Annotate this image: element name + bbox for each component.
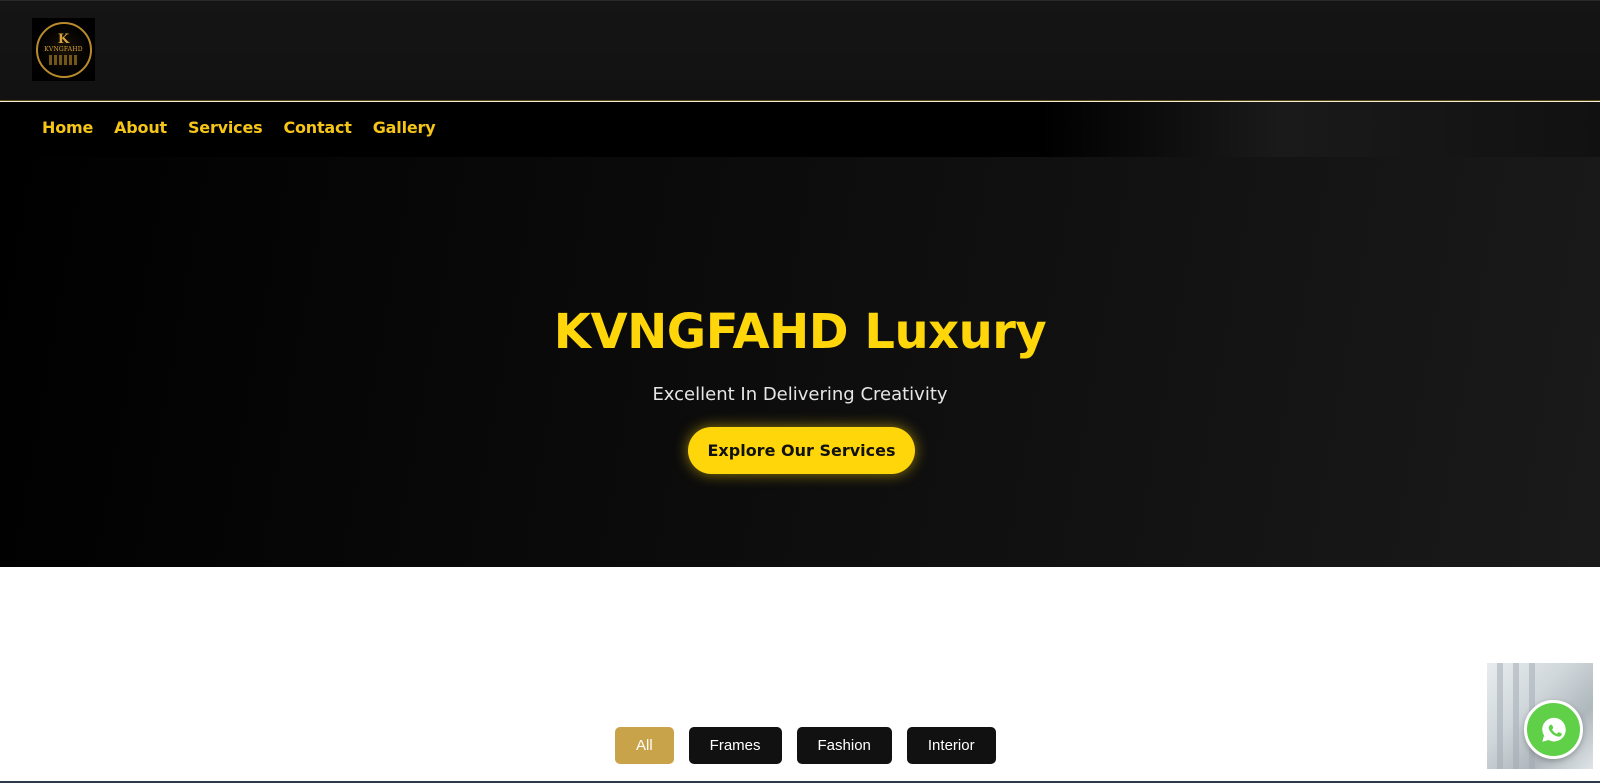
thumbnail-detail [1513, 663, 1519, 769]
whatsapp-icon [1541, 717, 1566, 742]
filter-all-button[interactable]: All [615, 727, 674, 764]
logo-monogram: K [57, 32, 70, 47]
logo-wordmark: KVNGFAHD [44, 46, 83, 53]
logo-ornament [48, 55, 79, 65]
filter-interior-button[interactable]: Interior [906, 727, 996, 764]
nav-services[interactable]: Services [188, 118, 263, 137]
hero-title: KVNGFAHD Luxury [553, 304, 1047, 360]
nav-about[interactable]: About [114, 118, 167, 137]
filter-fashion-button[interactable]: Fashion [796, 727, 892, 764]
gallery-filters: All Frames Fashion Interior [615, 727, 996, 764]
hero-section: KVNGFAHD Luxury Excellent In Delivering … [0, 157, 1600, 567]
site-header: K KVNGFAHD [0, 0, 1600, 101]
explore-services-button[interactable]: Explore Our Services [688, 427, 915, 474]
whatsapp-button[interactable] [1524, 700, 1583, 759]
hero-subtitle: Excellent In Delivering Creativity [652, 384, 948, 405]
nav-contact[interactable]: Contact [283, 118, 352, 137]
logo-crest-icon: K KVNGFAHD [35, 21, 92, 78]
nav-home[interactable]: Home [42, 118, 93, 137]
filter-frames-button[interactable]: Frames [688, 727, 782, 764]
main-nav: Home About Services Contact Gallery [0, 102, 1600, 157]
thumbnail-detail [1497, 663, 1503, 769]
site-logo[interactable]: K KVNGFAHD [32, 18, 95, 81]
nav-gallery[interactable]: Gallery [373, 118, 436, 137]
